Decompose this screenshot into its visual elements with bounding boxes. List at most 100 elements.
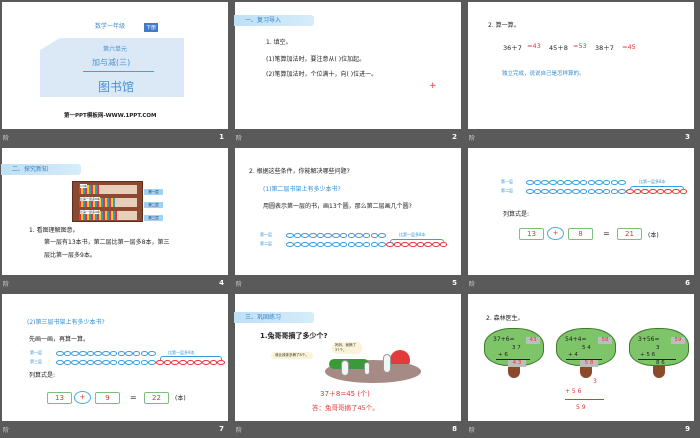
base-circle	[610, 189, 619, 194]
extra-circle	[155, 360, 164, 365]
correction-result: 5 9	[576, 404, 586, 411]
question: 2. 算一算。	[488, 22, 520, 29]
slide-thumbnail-4[interactable]: 二、探究新知 13本 比第一层多8本 比第一层多9本 第一层 第二层 第三层 1…	[0, 146, 233, 292]
base-circle	[347, 233, 356, 238]
vertical-result: 8 6	[656, 360, 665, 366]
shelf-tag-1: 第一层	[144, 189, 163, 195]
base-circle	[355, 242, 363, 247]
extra-circle	[202, 360, 210, 365]
brace	[630, 186, 684, 190]
question: 1.兔哥哥摘了多少个?	[260, 332, 328, 340]
row-label-2: 第三层	[30, 359, 42, 364]
base-circle	[117, 360, 126, 365]
extra-circle	[179, 360, 187, 365]
base-circle	[79, 351, 87, 356]
base-circle	[286, 233, 294, 238]
tree-problem-2: 54+4= 58 5 4 + 4 5 8	[556, 328, 616, 380]
grade-label: 数学一年级	[95, 23, 126, 30]
mushroom-house	[390, 350, 410, 364]
base-circle	[332, 242, 340, 247]
base-circle	[556, 189, 565, 194]
shelf-tag-3: 第三层	[144, 215, 163, 221]
slide-number: 9	[685, 425, 690, 433]
slide-number: 7	[219, 425, 224, 433]
text-line-1: 第一层有13本书，第二层比第一层多8本，第三	[44, 239, 170, 246]
vertical-top: 3	[656, 345, 660, 351]
base-circle	[63, 360, 72, 365]
base-circle	[355, 233, 363, 238]
slide-thumbnail-3[interactable]: 2. 算一算。 36＋7 =43 45＋8 =53 38＋7 =45 独立完成，…	[466, 0, 699, 146]
base-circle	[370, 233, 379, 238]
base-circle	[526, 189, 534, 194]
extra-circle	[163, 360, 172, 365]
slide-thumbnail-9[interactable]: 2. 森林医生。 37+6= 43 3 7 + 6 4 3 54+4= 58 5…	[466, 292, 699, 438]
tree-expression: 54+4=	[565, 336, 587, 343]
base-circle	[564, 180, 573, 185]
base-circle	[109, 360, 118, 365]
slide-canvas	[468, 148, 694, 275]
slide-thumbnail-7[interactable]: (2)第三层书架上有多少本书? 先画一画，再算一算。 第一层 第三层 比第一层多…	[0, 292, 233, 438]
footer-icon: 阶	[469, 427, 476, 434]
tree-answer-box: 59	[671, 337, 685, 344]
tree-answer-box: 43	[526, 337, 540, 344]
base-circle	[549, 180, 557, 185]
vertical-addend: + 5 6	[640, 352, 656, 358]
base-circle	[533, 189, 542, 194]
vertical-result: 5 8	[580, 360, 598, 367]
brace	[160, 356, 222, 360]
footer-icon: 阶	[236, 281, 243, 288]
brace-label: 比第一层多9本	[168, 350, 195, 355]
slide-number: 4	[219, 279, 224, 287]
base-circle	[109, 351, 118, 356]
equals-sign: =	[130, 393, 137, 402]
slide-number: 3	[685, 133, 690, 141]
tree-problem-1: 37+6= 43 3 7 + 6 4 3	[484, 328, 544, 380]
base-circle	[79, 360, 87, 365]
base-circle	[618, 189, 626, 194]
correction-addend: + 5 6	[565, 388, 582, 395]
section-header: 二、探究新知	[1, 164, 81, 175]
footer-icon: 阶	[3, 281, 10, 288]
base-circle	[610, 180, 619, 185]
unit-label: (本)	[175, 395, 186, 402]
question: 1. 看图理解图意。	[29, 227, 79, 234]
question: 2. 根据这些条件，你能解决哪些问题?	[249, 168, 350, 175]
slide-thumbnail-5[interactable]: 2. 根据这些条件，你能解决哪些问题? (1)第二层书架上有多少本书? 用圆表示…	[233, 146, 466, 292]
base-circle	[587, 180, 596, 185]
base-circle	[71, 351, 79, 356]
addend-1-box: 13	[519, 228, 544, 240]
base-circle	[572, 189, 580, 194]
base-circle	[556, 180, 565, 185]
slide-number: 8	[452, 425, 457, 433]
base-circle	[132, 360, 141, 365]
base-circle	[301, 242, 309, 247]
operator-circle: +	[547, 227, 564, 240]
base-circle	[56, 351, 64, 356]
question: 2. 森林医生。	[486, 315, 524, 322]
formula-label: 列算式是:	[29, 372, 56, 379]
base-circle	[339, 242, 348, 247]
row-label-1: 第一层	[260, 232, 272, 237]
slide-thumbnail-2[interactable]: 一、复习导入 1. 填空。 (1)笔算加法时，要注意从( )位加起。 (2)笔算…	[233, 0, 466, 146]
base-circle	[71, 360, 79, 365]
addend-2-box: 9	[95, 392, 120, 404]
base-circle	[579, 180, 588, 185]
equation: 37＋8=45 (个)	[320, 390, 370, 398]
tree-answer-box: 58	[598, 337, 612, 344]
circle-row-1	[56, 351, 156, 356]
formula-label: 列算式是:	[503, 211, 530, 218]
tree-expression: 3+56=	[638, 336, 660, 343]
base-circle	[140, 360, 149, 365]
base-circle	[362, 242, 371, 247]
slide-thumbnail-1[interactable]: 数学一年级 下册 第六单元 加与减(三) 图书馆 第一PPT模板网-WWW.1P…	[0, 0, 233, 146]
base-circle	[618, 180, 626, 185]
base-circle	[324, 233, 333, 238]
vertical-addend: + 6	[498, 352, 508, 358]
base-circle	[94, 351, 103, 356]
slide-number: 2	[452, 133, 457, 141]
speech-bubble-2: 妈妈，我摘了37个。	[332, 342, 362, 354]
expr-3: 38＋7	[595, 44, 614, 52]
slide-thumbnail-6[interactable]: 第一层 第二层 比第一层多8本 列算式是: 13 + 8 = 21 (本) 阶 …	[466, 146, 699, 292]
slide-thumbnail-8[interactable]: 三、巩固练习 1.兔哥哥摘了多少个? 我比妹妹多摘了8个。 妈妈，我摘了37个。…	[233, 292, 466, 438]
base-circle	[526, 180, 534, 185]
